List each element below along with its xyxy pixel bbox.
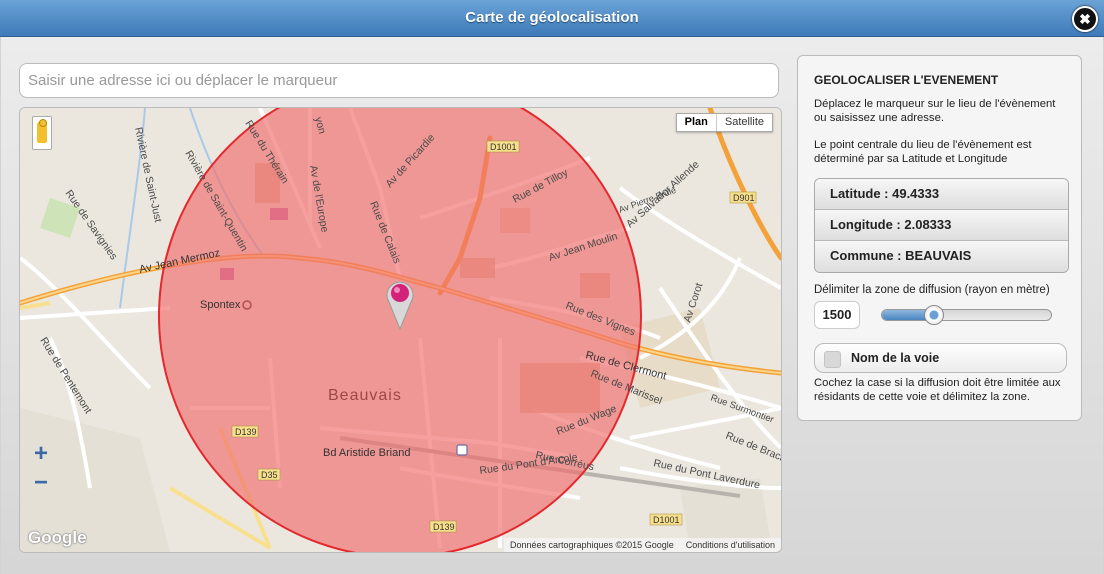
svg-text:D139: D139	[433, 522, 455, 532]
street-name-checkbox[interactable]	[824, 351, 841, 368]
map[interactable]: Av Jean Mermoz Rue de Calais Av de Picar…	[19, 107, 782, 553]
svg-text:Spontex: Spontex	[200, 299, 241, 311]
panel-explanation: Le point centrale du lieu de l'évènement…	[814, 139, 1032, 165]
svg-text:Beauvais: Beauvais	[328, 387, 402, 404]
map-type-control: Plan Satellite	[675, 113, 773, 132]
radius-slider-handle[interactable]	[924, 305, 944, 325]
longitude-value: Longitude : 2.08333	[815, 210, 1068, 241]
coordinates-box: Latitude : 49.4333 Longitude : 2.08333 C…	[814, 178, 1069, 273]
map-canvas: Av Jean Mermoz Rue de Calais Av de Picar…	[20, 108, 781, 552]
radius-value[interactable]: 1500	[814, 301, 860, 329]
map-type-plan-button[interactable]: Plan	[677, 114, 717, 131]
svg-text:Bd Aristide Briand: Bd Aristide Briand	[323, 447, 410, 459]
geolocation-panel: GEOLOCALISER L'EVENEMENT Déplacez le mar…	[797, 55, 1082, 421]
svg-text:D901: D901	[733, 193, 755, 203]
close-icon[interactable]: ✖	[1072, 6, 1098, 32]
commune-value: Commune : BEAUVAIS	[815, 241, 1068, 272]
location-marker-icon[interactable]	[384, 278, 416, 330]
street-name-label: Nom de la voie	[851, 351, 940, 365]
street-name-toggle[interactable]: Nom de la voie	[814, 343, 1067, 373]
svg-text:D1001: D1001	[653, 515, 680, 525]
svg-text:D35: D35	[261, 470, 278, 480]
map-data-credit: Données cartographiques ©2015 Google	[509, 540, 674, 550]
svg-text:D139: D139	[235, 427, 257, 437]
terms-of-use-link[interactable]: Conditions d'utilisation	[686, 538, 775, 552]
dialog-titlebar: Carte de géolocalisation ✖	[0, 0, 1104, 37]
panel-instruction: Déplacez le marqueur sur le lieu de l'év…	[814, 98, 1056, 124]
address-search-input[interactable]	[19, 63, 779, 98]
panel-title: GEOLOCALISER L'EVENEMENT	[814, 73, 999, 87]
street-note: Cochez la case si la diffusion doit être…	[814, 377, 1061, 403]
zoom-out-button[interactable]: −	[30, 471, 52, 495]
map-type-satellite-button[interactable]: Satellite	[717, 114, 772, 131]
zoom-in-button[interactable]: +	[30, 442, 52, 466]
dialog-title: Carte de géolocalisation	[465, 9, 639, 26]
map-attribution: Données cartographiques ©2015 Google Con…	[503, 538, 781, 552]
radius-slider[interactable]	[881, 309, 1052, 321]
radius-label: Délimiter la zone de diffusion (rayon en…	[814, 284, 1050, 296]
street-view-pegman-icon[interactable]	[32, 116, 52, 150]
google-logo: Google	[28, 528, 87, 547]
latitude-value: Latitude : 49.4333	[815, 179, 1068, 210]
svg-text:D1001: D1001	[490, 142, 517, 152]
